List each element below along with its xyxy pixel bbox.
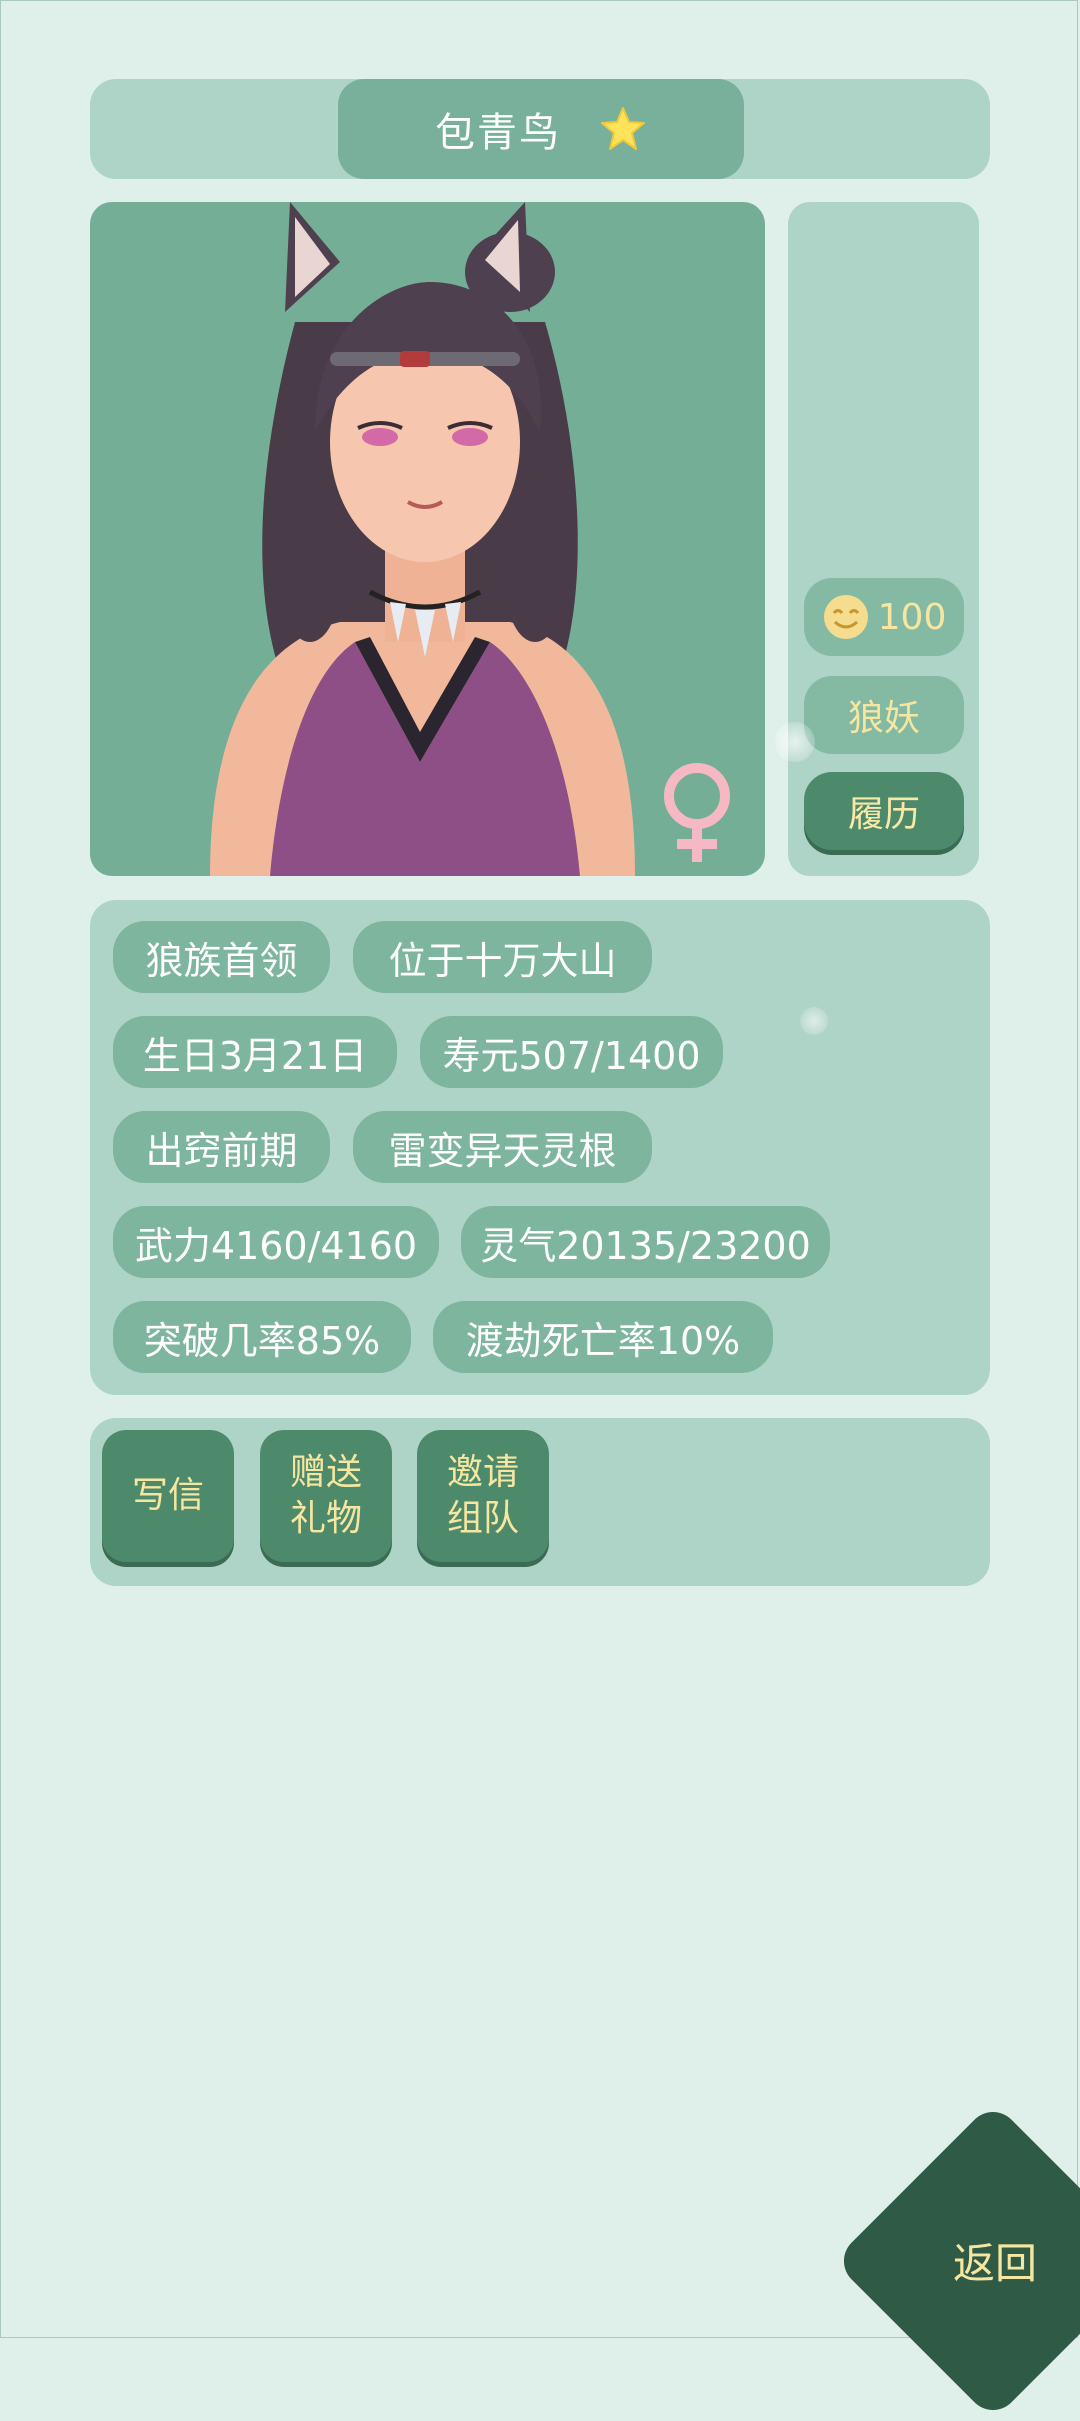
- attribute-tags-panel: 狼族首领 位于十万大山 生日3月21日 寿元507/1400 出窍前期 雷变异天…: [90, 900, 990, 1395]
- favor-value: 100: [877, 596, 947, 638]
- back-button-label[interactable]: 返回: [950, 2230, 1040, 2290]
- invite-party-button[interactable]: 邀请 组队: [417, 1430, 549, 1562]
- history-button[interactable]: 履历: [804, 772, 964, 850]
- invite-party-label-line1: 邀请: [446, 1452, 519, 1493]
- character-name: 包青鸟: [435, 110, 561, 156]
- sparkle-effect: [775, 722, 815, 762]
- tag-tribulation-death-rate: 渡劫死亡率10%: [433, 1301, 773, 1373]
- tag-spirit-root: 雷变异天灵根: [353, 1111, 652, 1183]
- action-panel: 写信 赠送 礼物 邀请 组队: [90, 1418, 990, 1586]
- give-gift-label-line1: 赠送: [289, 1452, 362, 1493]
- tag-realm: 出窍前期: [113, 1111, 330, 1183]
- invite-party-label-line2: 组队: [446, 1498, 519, 1539]
- favor-indicator: 100: [804, 578, 964, 656]
- tag-birthday: 生日3月21日: [113, 1016, 397, 1088]
- tag-force: 武力4160/4160: [113, 1206, 439, 1278]
- star-icon[interactable]: [599, 105, 647, 153]
- write-letter-label: 写信: [131, 1475, 204, 1516]
- tag-lifespan: 寿元507/1400: [420, 1016, 723, 1088]
- give-gift-button[interactable]: 赠送 礼物: [260, 1430, 392, 1562]
- smile-icon: [823, 595, 868, 639]
- female-symbol-icon: [664, 763, 730, 862]
- tag-title: 狼族首领: [113, 921, 330, 993]
- character-header: 包青鸟: [90, 79, 990, 179]
- race-label: 狼妖: [847, 698, 920, 739]
- write-letter-button[interactable]: 写信: [102, 1430, 234, 1562]
- side-panel: 100 狼妖 履历: [788, 202, 979, 876]
- history-button-label: 履历: [847, 794, 920, 835]
- tag-breakthrough-rate: 突破几率85%: [113, 1301, 411, 1373]
- tag-location: 位于十万大山: [353, 921, 652, 993]
- character-name-pill: 包青鸟: [338, 79, 744, 179]
- sparkle-effect: [800, 1007, 828, 1035]
- race-badge: 狼妖: [804, 676, 964, 754]
- tag-spirit-energy: 灵气20135/23200: [461, 1206, 830, 1278]
- character-portrait: [90, 202, 765, 876]
- give-gift-label-line2: 礼物: [289, 1498, 362, 1539]
